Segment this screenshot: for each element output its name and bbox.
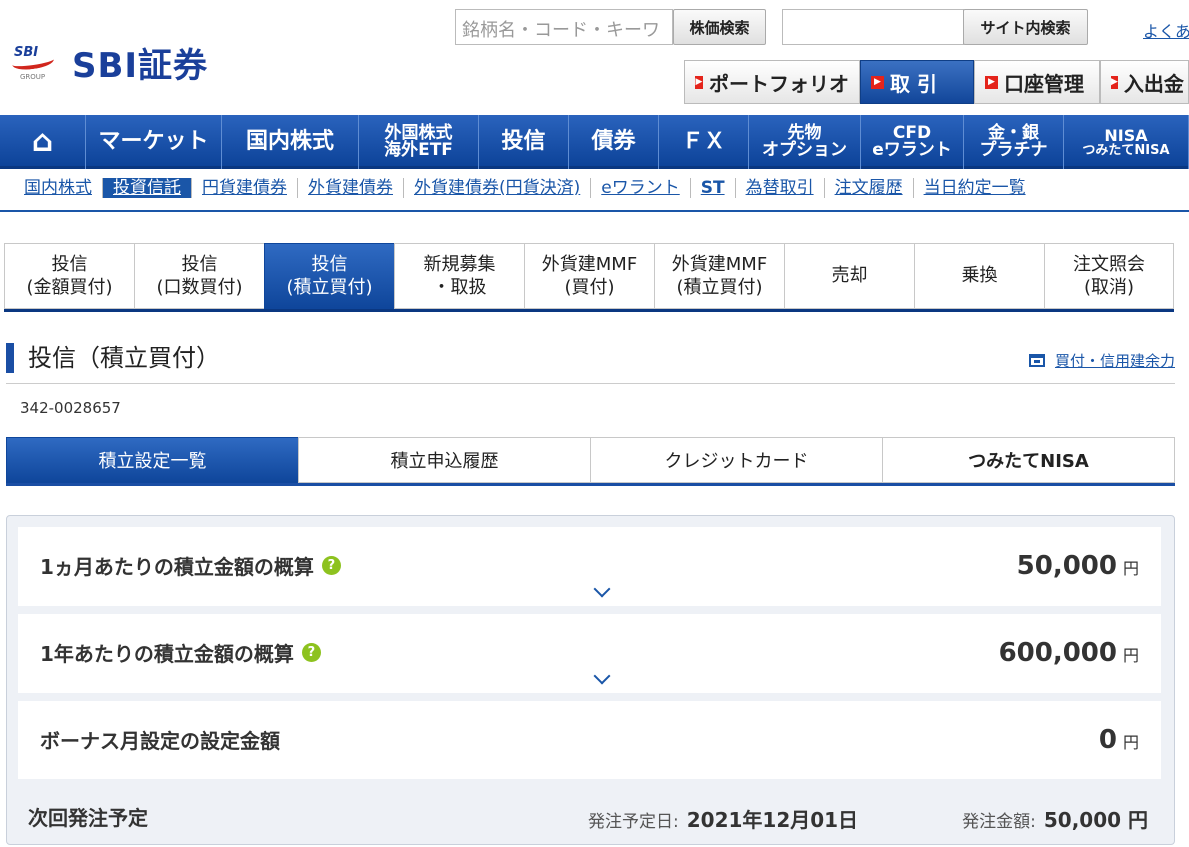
stock-search-button[interactable]: 株価検索 [673,9,766,45]
deposit-withdraw-button[interactable]: ▶ 入出金 [1100,60,1189,104]
tab-switch[interactable]: 乗換 [914,243,1044,309]
next-order-label: 次回発注予定 [28,806,148,830]
tab-credit-card[interactable]: クレジットカード [590,437,882,483]
next-order-row: 次回発注予定 発注予定日: 2021年12月01日 発注金額: 50,000 円 [28,802,1148,832]
monthly-value: 50,000 [1016,551,1117,581]
tab-plan-list[interactable]: 積立設定一覧 [6,437,298,483]
subnav-yen-bonds[interactable]: 円貨建債券 [192,178,298,198]
global-nav: ⌂ マーケット 国内株式 外国株式 海外ETF 投信 債券 ＦＸ 先物 オプション … [0,115,1189,169]
account-number: 342-0028657 [20,399,121,417]
yen-unit: 円 [1122,646,1139,665]
tab-unit-buy[interactable]: 投信 (口数買付) [134,243,264,309]
chevron-down-icon[interactable] [593,580,611,598]
subnav-fx-trade[interactable]: 為替取引 [736,178,825,198]
subnav-foreign-bonds-yen[interactable]: 外貨建債券(円貨決済) [404,178,592,198]
gnav-domestic-stock[interactable]: 国内株式 [222,115,359,169]
order-date-caption: 発注予定日: [588,812,679,832]
yen-unit: 円 [1122,559,1139,578]
site-search-button[interactable]: サイト内検索 [963,9,1088,45]
stock-search-input[interactable]: 銘柄名・コード・キーワ [455,9,673,45]
gnav-bonds[interactable]: 債券 [569,115,659,169]
sbi-group-mark-icon: SBI GROUP [11,43,62,83]
subnav-domestic-stock[interactable]: 国内株式 [14,178,103,198]
portfolio-button[interactable]: ▶ ポートフォリオ [684,60,860,104]
tab-foreign-mmf-accumulation[interactable]: 外貨建MMF (積立買付) [654,243,784,309]
buy-power-link[interactable]: 買付・信用建余力 [1028,350,1175,371]
plan-tabs: 積立設定一覧 積立申込履歴 クレジットカード つみたてNISA [6,437,1175,486]
help-icon[interactable]: ? [321,556,341,575]
arrow-right-icon: ▶ [1111,75,1118,89]
subnav-investment-trust[interactable]: 投資信託 [103,178,192,198]
tab-plan-history[interactable]: 積立申込履歴 [298,437,590,483]
yearly-label: 1年あたりの積立金額の概算 [40,642,294,666]
faq-link[interactable]: よくあ [1143,18,1189,42]
utility-nav: ▶ ポートフォリオ ▶ 取 引 ▶ 口座管理 ▶ 入出金 [684,60,1189,104]
arrow-right-icon: ▶ [871,75,884,89]
order-amount-value: 50,000 円 [1043,808,1148,832]
bonus-label: ボーナス月設定の設定金額 [40,729,280,753]
gnav-futures-options[interactable]: 先物 オプション [749,115,861,169]
order-date-value: 2021年12月01日 [686,808,859,832]
gnav-investment-trust[interactable]: 投信 [479,115,569,169]
chevron-down-icon[interactable] [593,667,611,685]
yearly-value: 600,000 [998,638,1117,668]
monthly-summary-card[interactable]: 1ヵ月あたりの積立金額の概算 ? 50,000 円 [18,527,1161,606]
bonus-value: 0 [1098,725,1117,755]
gnav-market[interactable]: マーケット [86,115,222,169]
home-icon[interactable]: ⌂ [0,115,86,169]
gnav-fx[interactable]: ＦＸ [659,115,749,169]
subnav-st[interactable]: ST [691,178,736,198]
gnav-nisa[interactable]: NISA つみたてNISA [1064,115,1189,169]
tab-tsumitate-nisa[interactable]: つみたてNISA [882,437,1175,483]
subnav-divider [0,210,1189,212]
subnav-foreign-bonds[interactable]: 外貨建債券 [298,178,404,198]
order-amount-caption: 発注金額: [962,812,1036,832]
sbi-logo[interactable]: SBI GROUP SBI証券 [11,38,209,87]
logo-text: SBI証券 [72,46,209,86]
yen-unit: 円 [1122,733,1139,752]
subnav-today-executions[interactable]: 当日約定一覧 [914,178,1036,198]
arrow-right-icon: ▶ [985,75,998,89]
help-icon[interactable]: ? [301,643,321,662]
title-divider [6,383,1175,384]
tab-sell[interactable]: 売却 [784,243,914,309]
trade-tabs: 投信 (金額買付) 投信 (口数買付) 投信 (積立買付) 新規募集 ・取扱 外貨建MM… [4,243,1174,312]
arrow-right-icon: ▶ [695,75,703,89]
gnav-gold-silver[interactable]: 金・銀 プラチナ [964,115,1064,169]
tab-amount-buy[interactable]: 投信 (金額買付) [4,243,134,309]
account-management-button[interactable]: ▶ 口座管理 [974,60,1100,104]
site-search-input[interactable] [782,9,964,45]
summary-panel: 1ヵ月あたりの積立金額の概算 ? 50,000 円 1年あたりの積立金額の概算 … [6,515,1175,845]
window-icon [1028,354,1045,367]
monthly-label: 1ヵ月あたりの積立金額の概算 [40,555,314,579]
tab-order-inquiry[interactable]: 注文照会 (取消) [1044,243,1174,309]
yearly-summary-card[interactable]: 1年あたりの積立金額の概算 ? 600,000 円 [18,614,1161,693]
trade-button[interactable]: ▶ 取 引 [860,60,974,104]
bonus-summary-card: ボーナス月設定の設定金額 0 円 [18,701,1161,779]
page-title: 投信（積立買付） [6,343,220,373]
tab-accumulation-buy[interactable]: 投信 (積立買付) [264,243,394,309]
subnav-order-history[interactable]: 注文履歴 [825,178,914,198]
tab-foreign-mmf-buy[interactable]: 外貨建MMF (買付) [524,243,654,309]
tab-new-offering[interactable]: 新規募集 ・取扱 [394,243,524,309]
sub-nav: 国内株式 投資信託 円貨建債券 外貨建債券 外貨建債券(円貨決済) eワラント … [14,178,1036,198]
gnav-foreign-stock[interactable]: 外国株式 海外ETF [359,115,479,169]
subnav-ewarrant[interactable]: eワラント [591,178,691,198]
gnav-cfd[interactable]: CFD eワラント [861,115,964,169]
